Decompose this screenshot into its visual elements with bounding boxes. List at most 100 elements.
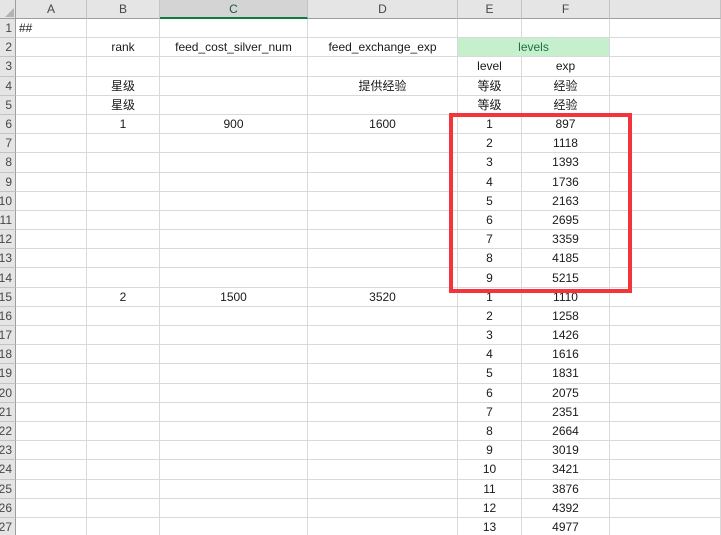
cell-D26[interactable] (308, 499, 458, 518)
cell-E11[interactable]: 6 (458, 211, 522, 230)
cell-A22[interactable] (16, 422, 87, 441)
cell-C27[interactable] (160, 518, 308, 535)
cell-A12[interactable] (16, 230, 87, 249)
row-header-9[interactable]: 9 (0, 173, 16, 192)
cell-A20[interactable] (16, 384, 87, 403)
cell-G7[interactable] (610, 134, 721, 153)
cell-A7[interactable] (16, 134, 87, 153)
cell-C20[interactable] (160, 384, 308, 403)
cell-A13[interactable] (16, 249, 87, 268)
cell-C11[interactable] (160, 211, 308, 230)
row-header-4[interactable]: 4 (0, 77, 16, 96)
cell-B18[interactable] (87, 345, 160, 364)
cell-C16[interactable] (160, 307, 308, 326)
cell-E23[interactable]: 9 (458, 441, 522, 460)
cell-F22[interactable]: 2664 (522, 422, 610, 441)
cell-G1[interactable] (610, 19, 721, 38)
cell-G26[interactable] (610, 499, 721, 518)
cell-E15[interactable]: 1 (458, 288, 522, 307)
cell-F1[interactable] (522, 19, 610, 38)
cell-F18[interactable]: 1616 (522, 345, 610, 364)
cell-D5[interactable] (308, 96, 458, 115)
cell-B3[interactable] (87, 57, 160, 76)
cell-F6[interactable]: 897 (522, 115, 610, 134)
cell-D25[interactable] (308, 480, 458, 499)
cell-A6[interactable] (16, 115, 87, 134)
row-header-6[interactable]: 6 (0, 115, 16, 134)
cell-C9[interactable] (160, 173, 308, 192)
cell-B16[interactable] (87, 307, 160, 326)
cell-D9[interactable] (308, 173, 458, 192)
cell-C5[interactable] (160, 96, 308, 115)
cell-C17[interactable] (160, 326, 308, 345)
column-header-f[interactable]: F (522, 0, 610, 19)
cell-B13[interactable] (87, 249, 160, 268)
cell-G4[interactable] (610, 77, 721, 96)
cell-D2[interactable]: feed_exchange_exp (308, 38, 458, 57)
row-header-22[interactable]: 22 (0, 422, 16, 441)
cell-G10[interactable] (610, 192, 721, 211)
cell-C25[interactable] (160, 480, 308, 499)
cell-B24[interactable] (87, 460, 160, 479)
row-header-20[interactable]: 20 (0, 384, 16, 403)
cell-E1[interactable] (458, 19, 522, 38)
cell-D14[interactable] (308, 268, 458, 287)
row-header-16[interactable]: 16 (0, 307, 16, 326)
cell-D4[interactable]: 提供经验 (308, 77, 458, 96)
cell-E14[interactable]: 9 (458, 268, 522, 287)
cell-F11[interactable]: 2695 (522, 211, 610, 230)
cell-D13[interactable] (308, 249, 458, 268)
cell-D3[interactable] (308, 57, 458, 76)
cell-D7[interactable] (308, 134, 458, 153)
cell-A14[interactable] (16, 268, 87, 287)
cell-D21[interactable] (308, 403, 458, 422)
cell-A11[interactable] (16, 211, 87, 230)
cell-A24[interactable] (16, 460, 87, 479)
cell-G19[interactable] (610, 364, 721, 383)
cell-A9[interactable] (16, 173, 87, 192)
row-header-8[interactable]: 8 (0, 153, 16, 172)
cell-C6[interactable]: 900 (160, 115, 308, 134)
cell-C26[interactable] (160, 499, 308, 518)
cell-F21[interactable]: 2351 (522, 403, 610, 422)
cell-B21[interactable] (87, 403, 160, 422)
cell-D8[interactable] (308, 153, 458, 172)
cell-B25[interactable] (87, 480, 160, 499)
cell-B27[interactable] (87, 518, 160, 535)
column-header-d[interactable]: D (308, 0, 458, 19)
cell-F8[interactable]: 1393 (522, 153, 610, 172)
cell-E13[interactable]: 8 (458, 249, 522, 268)
cell-G13[interactable] (610, 249, 721, 268)
cell-E26[interactable]: 12 (458, 499, 522, 518)
cell-C23[interactable] (160, 441, 308, 460)
cell-E7[interactable]: 2 (458, 134, 522, 153)
cell-C1[interactable] (160, 19, 308, 38)
cell-F15[interactable]: 1110 (522, 288, 610, 307)
cell-C18[interactable] (160, 345, 308, 364)
cell-G25[interactable] (610, 480, 721, 499)
cell-B11[interactable] (87, 211, 160, 230)
cell-D1[interactable] (308, 19, 458, 38)
cell-A19[interactable] (16, 364, 87, 383)
cell-B12[interactable] (87, 230, 160, 249)
cell-B5[interactable]: 星级 (87, 96, 160, 115)
cell-D18[interactable] (308, 345, 458, 364)
cell-D16[interactable] (308, 307, 458, 326)
cell-A5[interactable] (16, 96, 87, 115)
cell-B10[interactable] (87, 192, 160, 211)
row-header-3[interactable]: 3 (0, 57, 16, 76)
cell-C13[interactable] (160, 249, 308, 268)
cell-D12[interactable] (308, 230, 458, 249)
cell-C4[interactable] (160, 77, 308, 96)
cell-F10[interactable]: 2163 (522, 192, 610, 211)
cell-B15[interactable]: 2 (87, 288, 160, 307)
cell-G27[interactable] (610, 518, 721, 535)
cell-D6[interactable]: 1600 (308, 115, 458, 134)
row-header-27[interactable]: 27 (0, 518, 16, 535)
cell-C8[interactable] (160, 153, 308, 172)
cell-G5[interactable] (610, 96, 721, 115)
row-header-11[interactable]: 11 (0, 211, 16, 230)
cell-A27[interactable] (16, 518, 87, 535)
select-all-corner[interactable] (0, 0, 16, 19)
row-header-15[interactable]: 15 (0, 288, 16, 307)
